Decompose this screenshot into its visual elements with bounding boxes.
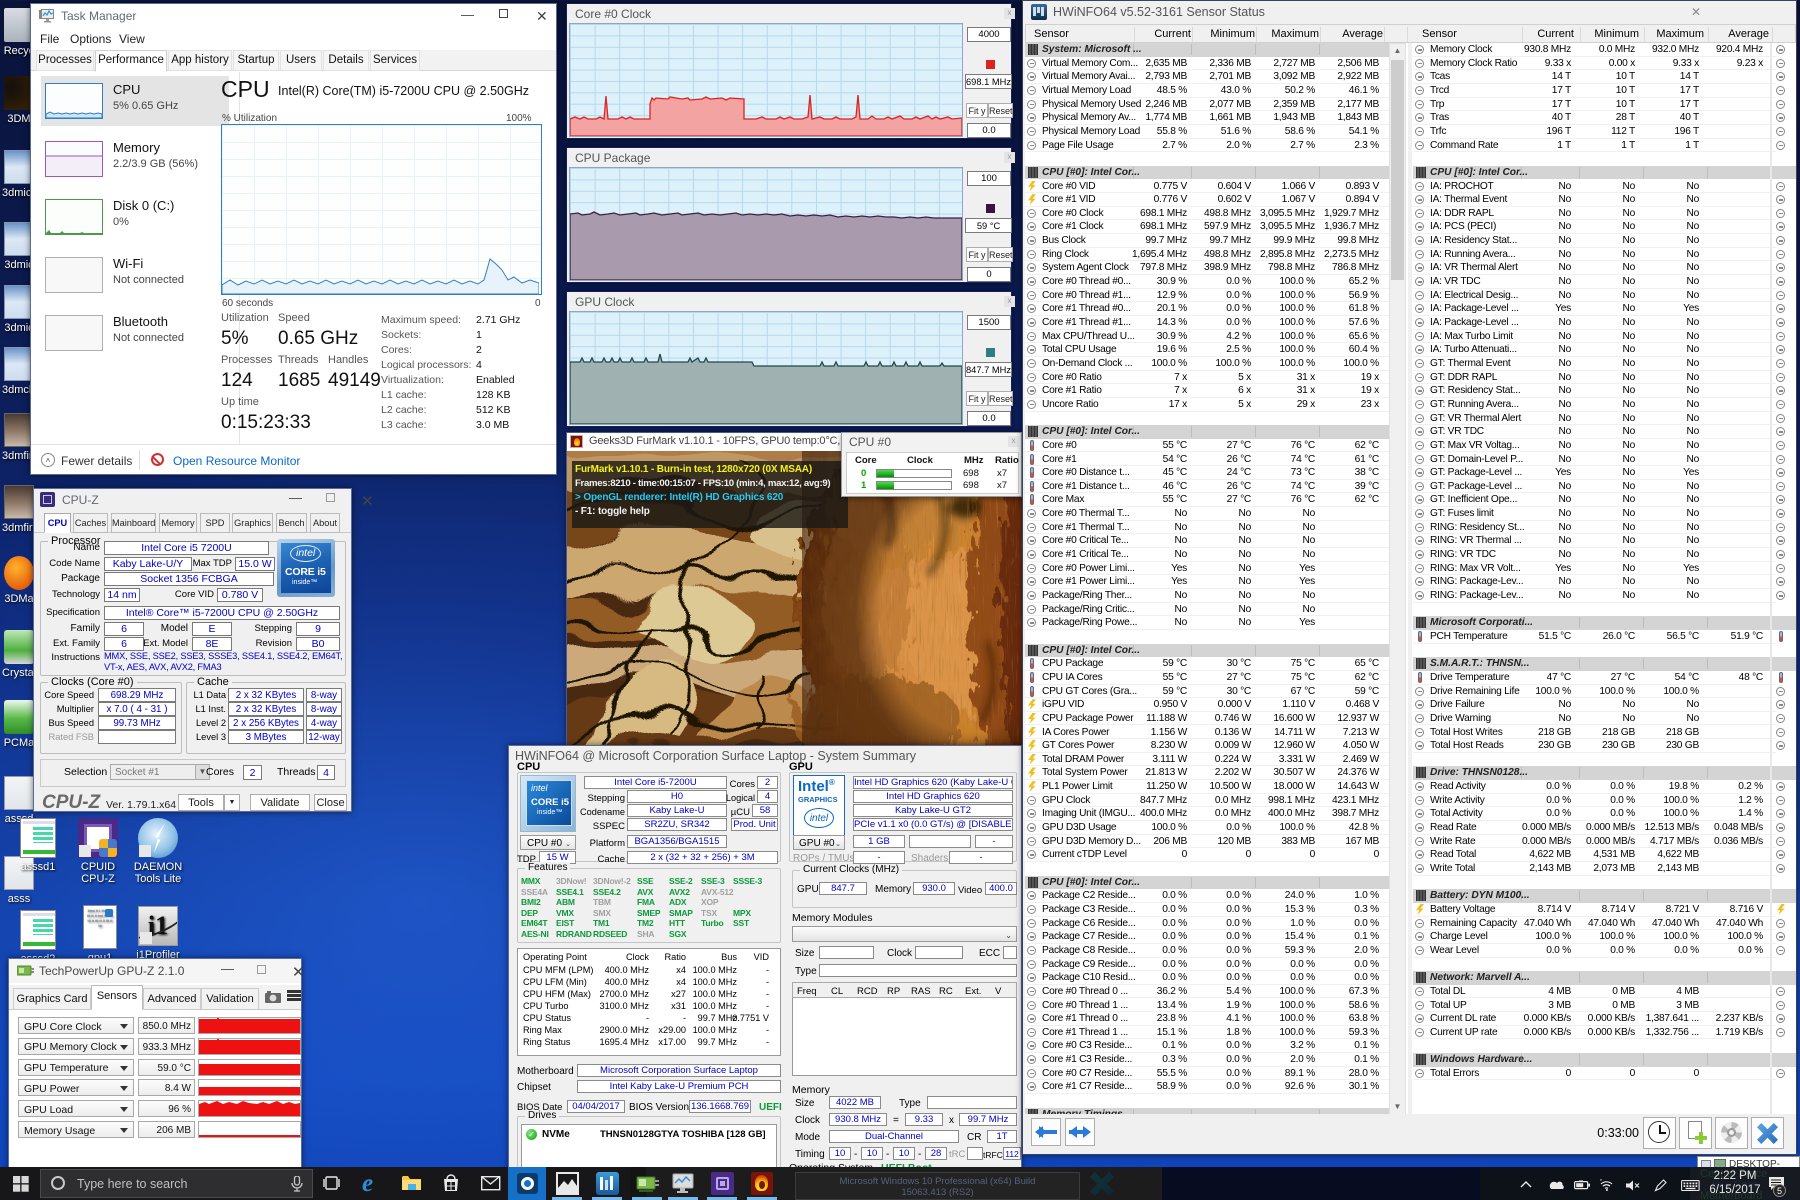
svg-text:*: * (1600, 1179, 1602, 1185)
